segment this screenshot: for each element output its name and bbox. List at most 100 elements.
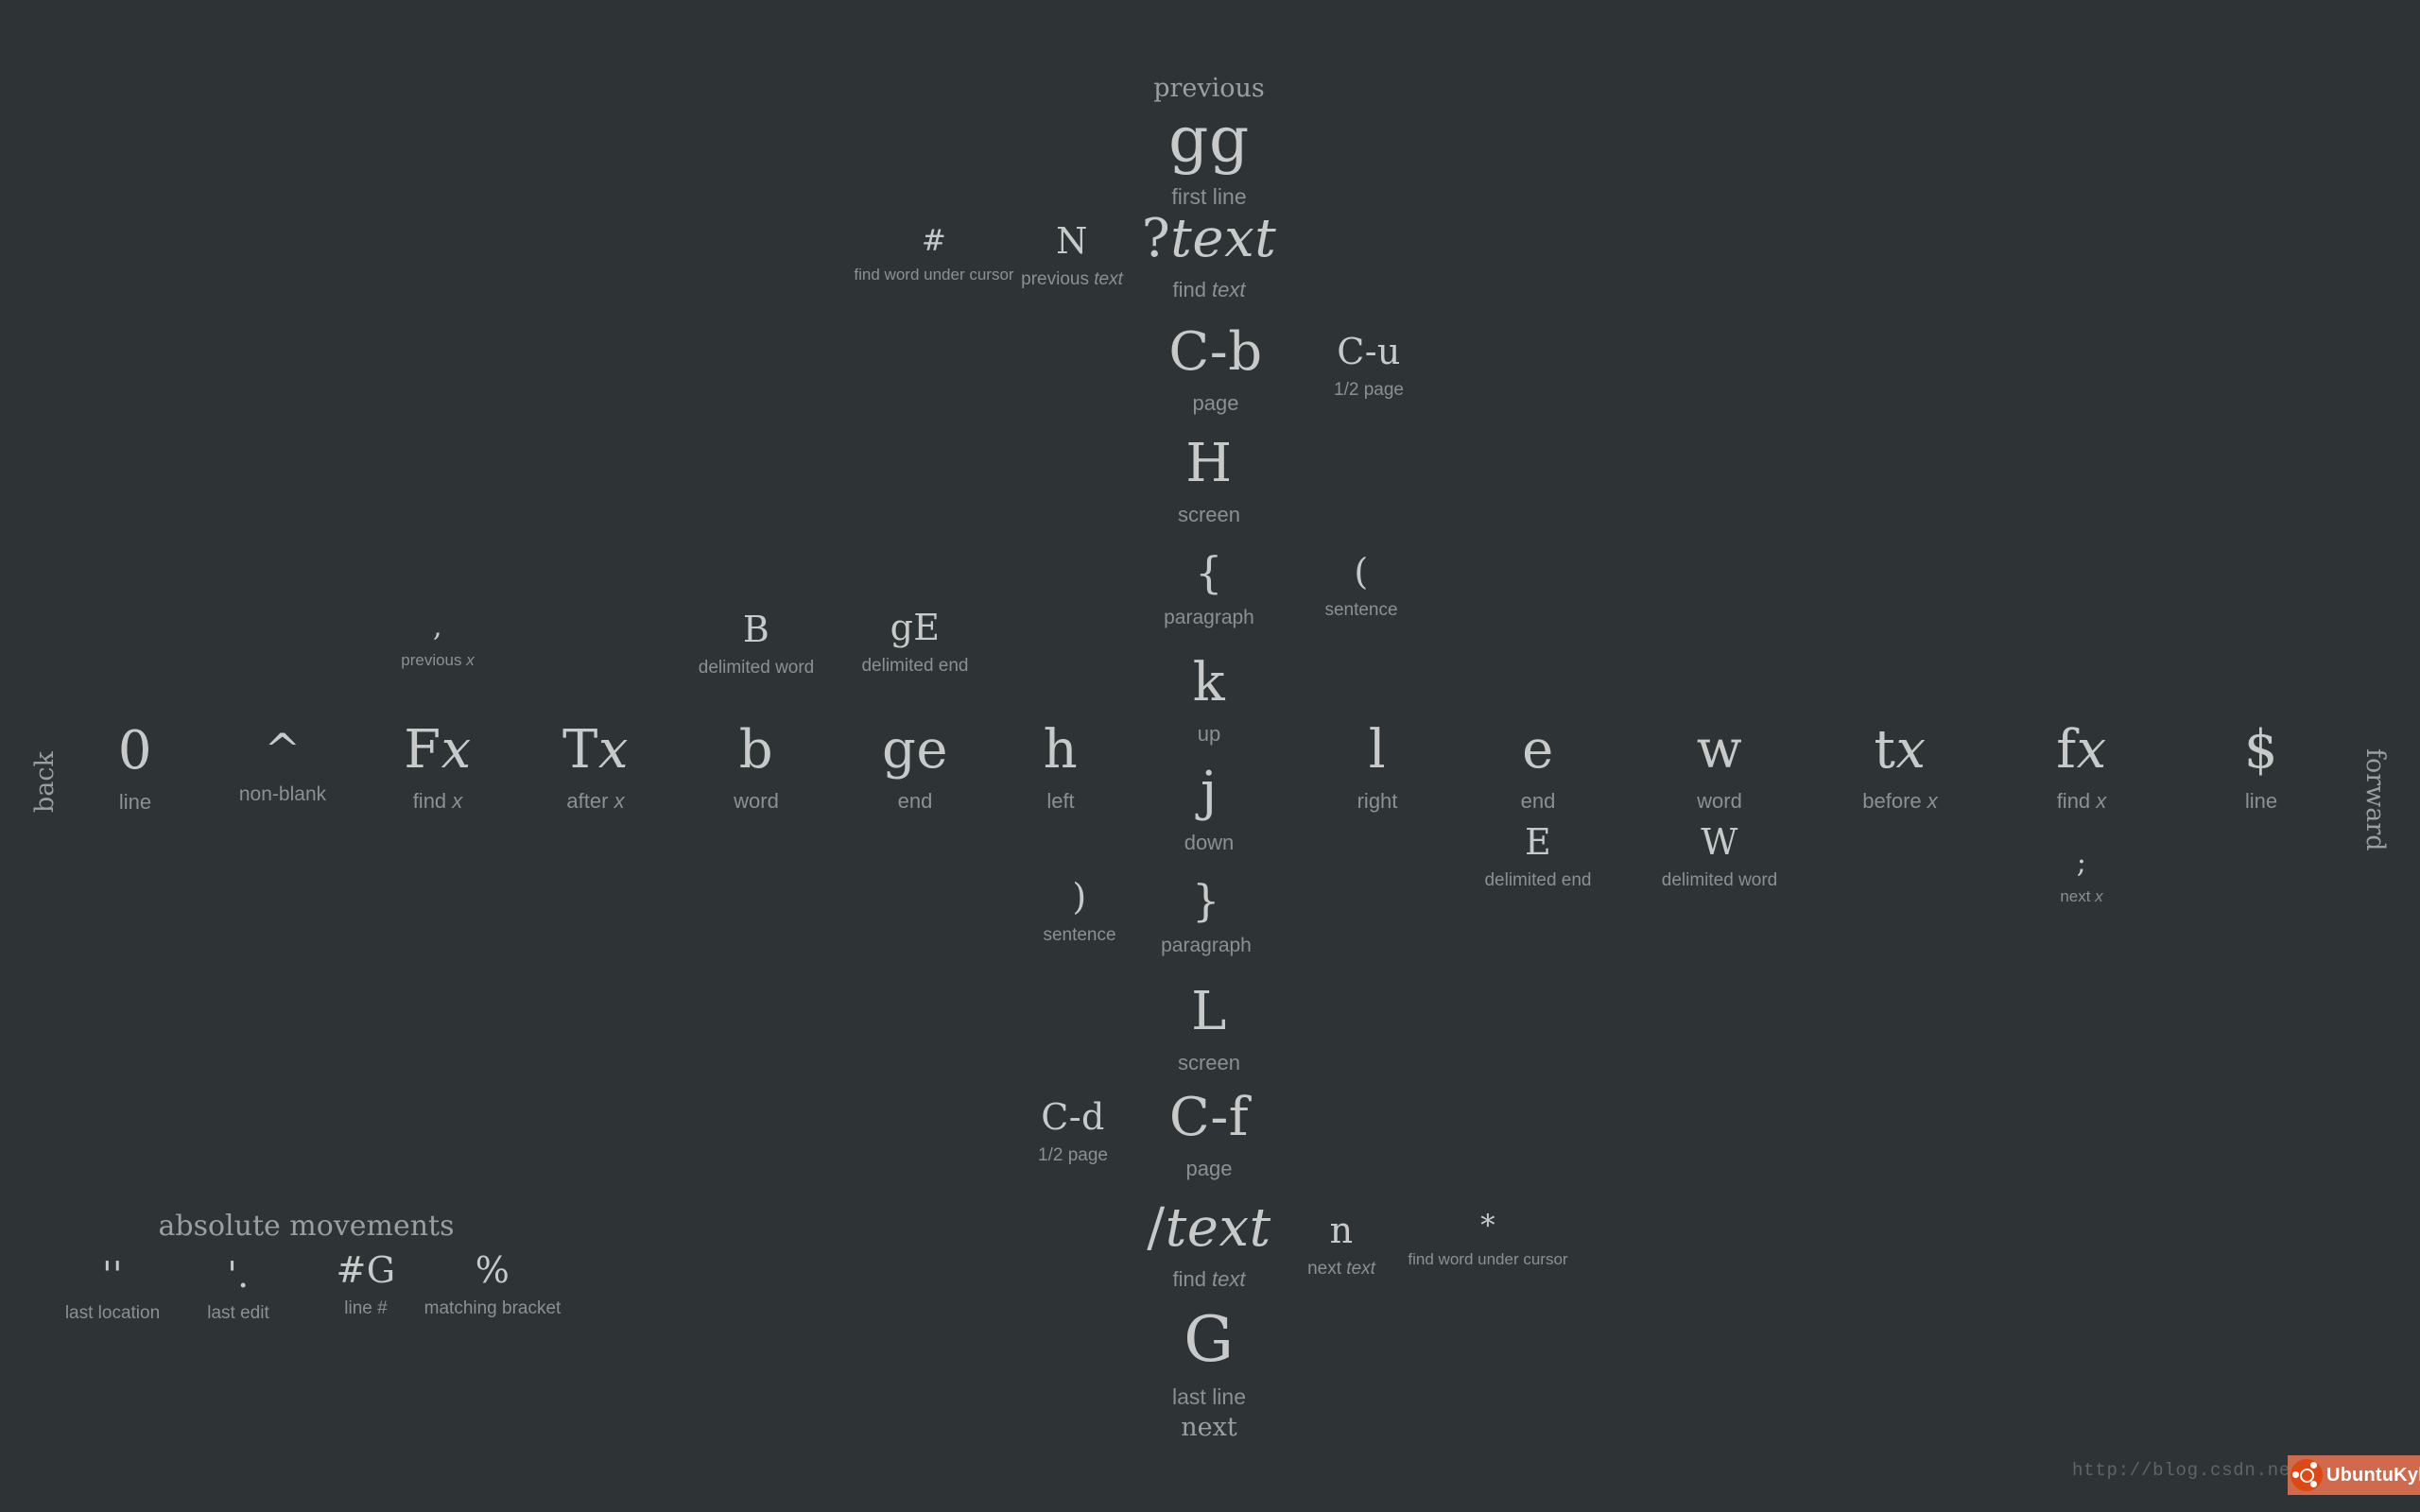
cell-slash-text: /text find text xyxy=(1147,1202,1270,1293)
cell-f-x: fx find x xyxy=(2056,724,2106,815)
cell-w: w word xyxy=(1697,724,1743,815)
cell-ge: ge end xyxy=(882,724,948,815)
desc-hash: find word under cursor xyxy=(854,266,1014,284)
axis-label-previous: previous xyxy=(1153,74,1265,103)
key-gE: gE xyxy=(890,607,941,648)
desc-n: next text xyxy=(1307,1259,1375,1280)
desc-h: left xyxy=(1046,789,1075,814)
key-L: L xyxy=(1191,981,1227,1042)
desc-slash-text: find text xyxy=(1172,1267,1246,1292)
key-T-x: Tx xyxy=(562,719,630,781)
key-B: B xyxy=(742,609,770,650)
desc-W: delimited word xyxy=(1661,870,1778,891)
cell-ctrl-f: C-f page xyxy=(1169,1091,1249,1182)
cell-ctrl-u: C-u 1/2 page xyxy=(1334,334,1404,402)
cell-brace-open: { paragraph xyxy=(1164,551,1254,630)
key-question-text: ?text xyxy=(1141,208,1277,269)
ubuntukylin-badge: UbuntuKylin xyxy=(2288,1455,2420,1495)
key-paren-close: ) xyxy=(1072,876,1087,918)
desc-j: down xyxy=(1184,831,1235,855)
cell-e: e end xyxy=(1521,724,1556,815)
desc-brace-open: paragraph xyxy=(1164,606,1254,628)
cell-paren-open: ( sentence xyxy=(1324,554,1397,622)
ubuntu-logo-icon xyxy=(2290,1459,2323,1491)
desc-t-x: before x xyxy=(1862,789,1938,814)
key-W: W xyxy=(1701,821,1738,863)
cell-brace-close: } paragraph xyxy=(1161,879,1252,958)
desc-G: last line xyxy=(1172,1383,1246,1409)
cell-semicolon: ; next x xyxy=(2060,849,2102,907)
key-H: H xyxy=(1185,433,1233,494)
desc-gg: first line xyxy=(1171,183,1247,209)
key-ge: ge xyxy=(881,719,949,781)
desc-B: delimited word xyxy=(698,658,815,679)
cell-N: N previous text xyxy=(1021,223,1123,291)
desc-T-x: after x xyxy=(566,789,625,814)
desc-f-x: find x xyxy=(2056,789,2107,814)
desc-dollar: line xyxy=(2244,789,2278,814)
cell-k: k up xyxy=(1193,657,1226,747)
key-semicolon: ; xyxy=(2076,846,2087,880)
key-j: j xyxy=(1201,761,1218,822)
key-star: * xyxy=(1480,1209,1495,1243)
desc-ctrl-d: 1/2 page xyxy=(1038,1145,1108,1166)
key-hash-G: #G xyxy=(336,1249,396,1291)
desc-gE: delimited end xyxy=(861,656,969,677)
desc-ctrl-b: page xyxy=(1192,391,1239,416)
axis-label-next: next xyxy=(1181,1413,1237,1442)
key-brace-open: { xyxy=(1195,547,1223,598)
cell-gg: gg first line xyxy=(1168,109,1250,210)
cell-star: * find word under cursor xyxy=(1389,1211,1587,1270)
key-ctrl-u: C-u xyxy=(1337,331,1401,372)
key-tick-tick: '' xyxy=(102,1254,123,1296)
desc-tick-dot: last edit xyxy=(207,1303,269,1324)
key-G: G xyxy=(1184,1303,1235,1376)
key-tick-dot: '. xyxy=(227,1254,250,1296)
cell-ctrl-d: C-d 1/2 page xyxy=(1038,1099,1108,1167)
cell-zero-labelled: 0 line xyxy=(118,725,152,816)
key-t-x: tx xyxy=(1874,719,1927,781)
desc-E: delimited end xyxy=(1484,870,1592,891)
desc-N: previous text xyxy=(1021,269,1123,290)
desc-L: screen xyxy=(1177,1051,1241,1075)
desc-ctrl-f: page xyxy=(1185,1157,1233,1181)
key-b: b xyxy=(738,719,774,781)
key-ctrl-b: C-b xyxy=(1168,321,1263,383)
group-heading-absolute-movements: absolute movements xyxy=(158,1210,455,1243)
desc-caret: non-blank xyxy=(238,782,327,805)
desc-k: up xyxy=(1197,722,1221,747)
desc-F-x: find x xyxy=(412,789,463,814)
desc-question-text: find text xyxy=(1172,278,1246,302)
axis-label-forward: forward xyxy=(2360,748,2390,851)
cell-G: G last line xyxy=(1172,1309,1246,1410)
cell-F-x: Fx find x xyxy=(404,724,472,815)
key-e: e xyxy=(1522,719,1554,781)
desc-l: right xyxy=(1357,789,1398,814)
desc-paren-close: sentence xyxy=(1043,925,1116,946)
key-F-x: Fx xyxy=(404,719,472,781)
cell-j: j down xyxy=(1184,765,1235,856)
desc-percent: matching bracket xyxy=(424,1298,562,1319)
cell-percent: % matching bracket xyxy=(412,1252,573,1320)
key-l: l xyxy=(1368,719,1387,781)
cell-L: L screen xyxy=(1178,986,1240,1076)
key-E: E xyxy=(1524,821,1552,863)
cell-t-x: tx before x xyxy=(1862,724,1938,815)
desc-star: find word under cursor xyxy=(1408,1250,1568,1269)
cell-gE: gE delimited end xyxy=(835,610,995,678)
key-h: h xyxy=(1043,719,1079,781)
desc-brace-close: paragraph xyxy=(1161,934,1252,956)
key-gg: gg xyxy=(1168,103,1250,176)
cell-W: W delimited word xyxy=(1662,824,1778,892)
key-ctrl-f: C-f xyxy=(1168,1087,1250,1148)
vim-movement-cheatsheet-wallpaper: previous next back forward absolute move… xyxy=(0,0,2420,1512)
desc-ctrl-u: 1/2 page xyxy=(1334,380,1404,401)
key-zero-glyph: 0 xyxy=(117,720,153,782)
desc-w: word xyxy=(1697,789,1742,814)
cell-T-x: Tx after x xyxy=(562,724,629,815)
desc-semicolon: next x xyxy=(2060,887,2103,906)
key-dollar: $ xyxy=(2243,719,2279,781)
cell-B: B delimited word xyxy=(699,611,815,679)
cell-hash: # find word under cursor xyxy=(854,227,1014,285)
cell-tick-dot: '. last edit xyxy=(207,1257,268,1325)
